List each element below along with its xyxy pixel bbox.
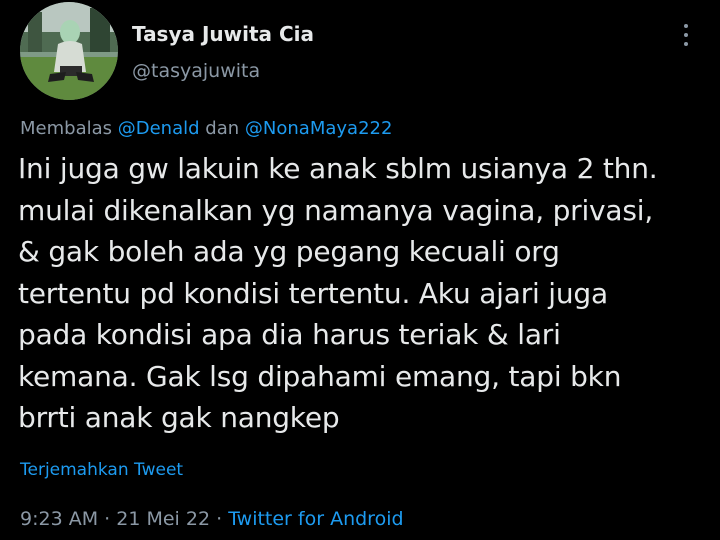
replying-to: Membalas @Denald dan @NonaMaya222	[20, 118, 392, 139]
translate-tweet-link[interactable]: Terjemahkan Tweet	[20, 460, 183, 480]
dot	[684, 42, 688, 46]
dot	[684, 24, 688, 28]
meta-separator: ·	[104, 508, 111, 530]
avatar[interactable]	[20, 2, 118, 100]
tweet-text: Ini juga gw lakuin ke anak sblm usianya …	[18, 152, 658, 434]
dot	[684, 33, 688, 37]
reply-connector: dan	[205, 118, 240, 139]
author-handle[interactable]: @tasyajuwita	[132, 60, 260, 82]
author-name[interactable]: Tasya Juwita Cia	[132, 22, 314, 46]
avatar-image	[20, 2, 118, 100]
reply-user-link[interactable]: @Denald	[118, 118, 200, 139]
tweet-time[interactable]: 9:23 AM	[20, 508, 98, 530]
more-vertical-icon[interactable]	[676, 20, 696, 50]
meta-separator: ·	[216, 508, 223, 530]
tweet-source-link[interactable]: Twitter for Android	[228, 508, 403, 530]
tweet-meta: 9:23 AM · 21 Mei 22 · Twitter for Androi…	[20, 508, 404, 530]
tweet: Tasya Juwita Cia @tasyajuwita Membalas @…	[0, 0, 720, 540]
tweet-date[interactable]: 21 Mei 22	[116, 508, 210, 530]
reply-user-link[interactable]: @NonaMaya222	[245, 118, 393, 139]
reply-prefix: Membalas	[20, 118, 113, 139]
